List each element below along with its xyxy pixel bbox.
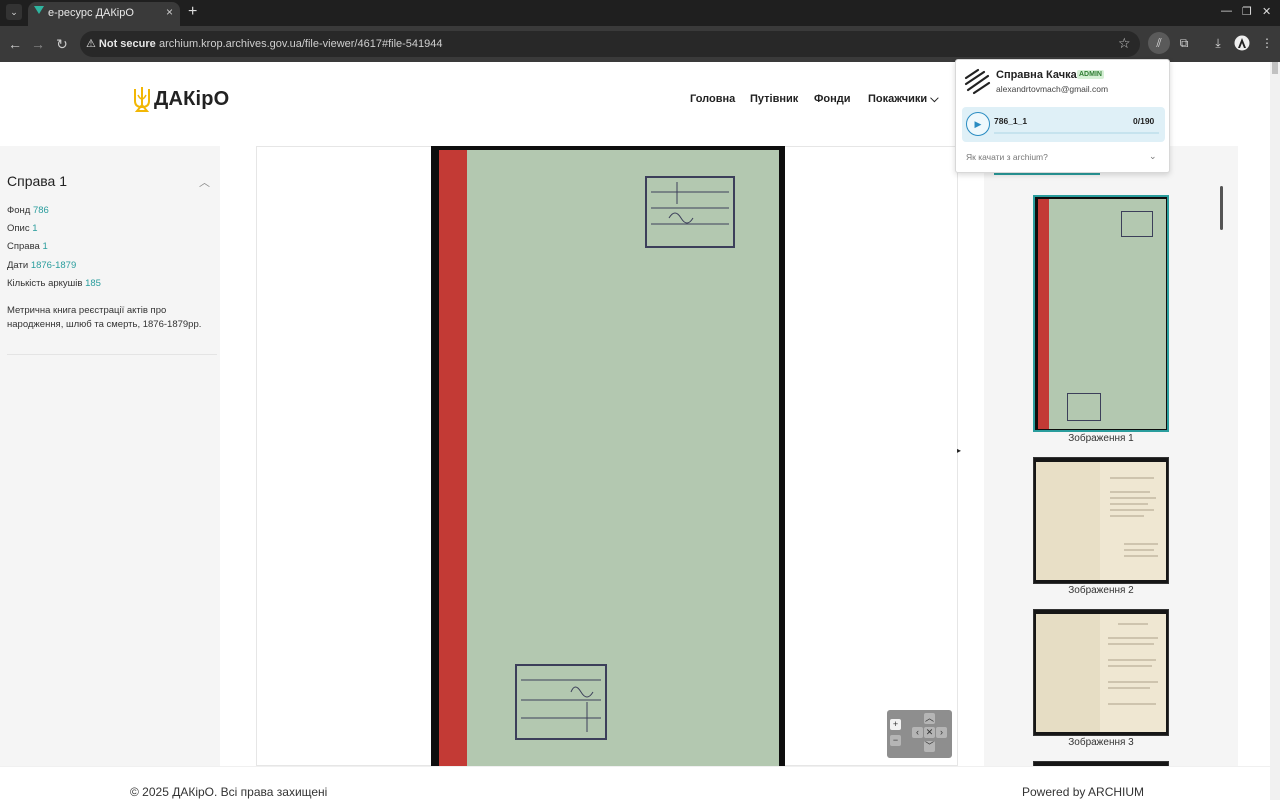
tab-close-button[interactable]: × (166, 5, 173, 19)
browser-tabbar: ⌄ е-ресурс ДАКірО × + — ❐ ✕ (0, 0, 1280, 26)
meta-value-link[interactable]: 1 (42, 241, 47, 252)
meta-value: 1876-1879 (30, 260, 77, 271)
trident-logo-icon (134, 87, 150, 112)
profile-avatar-icon[interactable] (1231, 32, 1253, 54)
footer-copyright: © 2025 ДАКірО. Всі права захищені (130, 785, 328, 799)
thumbnail-label: Зображення 2 (1068, 585, 1134, 596)
meta-label: Дати (7, 260, 29, 271)
nav-indexes[interactable]: Покажчики ⌵ (868, 93, 939, 106)
book-spine (439, 150, 467, 766)
download-task: ▶ 786_1_1 0/190 (962, 107, 1165, 142)
tab-title: е-ресурс ДАКірО (48, 7, 134, 19)
close-window-icon[interactable]: ✕ (1262, 5, 1271, 18)
task-progress-bar (994, 132, 1159, 134)
meta-label: Кількість аркушів (7, 278, 83, 289)
thumbnail-image[interactable] (1033, 195, 1169, 432)
meta-value: 185 (85, 278, 101, 289)
help-link[interactable]: Як качати з archium? (966, 152, 1048, 162)
thumbnail-image[interactable] (1033, 457, 1169, 584)
thumbnail-1[interactable]: Зображення 1 (1033, 195, 1169, 444)
divider (7, 354, 217, 355)
user-email: alexandrtovmach@gmail.com (996, 84, 1109, 94)
meta-dates: Дати 1876-1879 (7, 260, 76, 271)
thumbnails-tab-indicator (994, 173, 1100, 175)
scrollbar-thumb[interactable] (1272, 62, 1278, 74)
zoom-in-button[interactable]: + (890, 719, 901, 730)
stamp-bottom (515, 664, 607, 740)
pan-up-button[interactable]: ︿ (924, 713, 935, 724)
browser-menu-icon[interactable]: ⋮ (1256, 32, 1278, 54)
site-footer: © 2025 ДАКірО. Всі права захищені Powere… (0, 766, 1270, 800)
meta-fond: Фонд 786 (7, 205, 49, 216)
meta-sheets: Кількість аркушів 185 (7, 278, 101, 289)
url-text[interactable]: archium.krop.archives.gov.ua/file-viewer… (159, 38, 443, 50)
meta-sprava: Справа 1 (7, 241, 48, 252)
browser-toolbar: ← → ↻ ⚠ Not secure archium.krop.archives… (0, 26, 1280, 62)
new-tab-button[interactable]: + (188, 3, 197, 21)
back-icon[interactable]: ← (6, 35, 24, 53)
nav-funds[interactable]: Фонди (814, 93, 851, 105)
extensions-puzzle-icon[interactable]: ⧉ (1173, 32, 1195, 54)
tab-search-button[interactable]: ⌄ (6, 4, 22, 20)
reset-view-button[interactable]: ✕ (924, 727, 935, 738)
zoom-out-button[interactable]: − (890, 735, 901, 746)
image-viewer[interactable]: + − ︿ ‹ ✕ › ﹀ (256, 146, 958, 766)
minimize-icon[interactable]: — (1221, 5, 1232, 17)
scan-image[interactable] (431, 146, 785, 766)
chevron-down-icon[interactable]: ⌄ (1149, 151, 1157, 162)
page-scrollbar[interactable] (1270, 62, 1280, 800)
task-count: 0/190 (1133, 116, 1155, 126)
archium-logo-icon (964, 68, 991, 95)
case-title: Справа 1 (7, 173, 68, 189)
archium-extension-icon[interactable]: ⫽ (1148, 32, 1170, 54)
side-arrow-icon[interactable]: ▸ (957, 446, 961, 455)
thumbnails-scrollbar[interactable] (1220, 186, 1223, 230)
download-icon[interactable]: ⤓ (1207, 32, 1229, 54)
thumbnails-panel: Зображення 1 Зображення 2 Зображення 3 (984, 146, 1238, 771)
thumbnail-2[interactable]: Зображення 2 (1033, 457, 1169, 596)
bookmark-star-icon[interactable]: ☆ (1118, 35, 1131, 52)
thumbnail-3[interactable]: Зображення 3 (1033, 609, 1169, 748)
pan-right-button[interactable]: › (936, 727, 947, 738)
nav-guide[interactable]: Путівник (750, 93, 798, 105)
site-logo[interactable]: ДАКірО (133, 85, 229, 113)
maximize-icon[interactable]: ❐ (1242, 5, 1252, 18)
meta-label: Фонд (7, 205, 31, 216)
site-favicon-icon (34, 6, 44, 14)
meta-value-link[interactable]: 786 (33, 205, 49, 216)
stamp-top (645, 176, 735, 248)
browser-tab[interactable]: е-ресурс ДАКірО × (28, 2, 180, 26)
nav-indexes-label: Покажчики (868, 93, 928, 105)
meta-value-link[interactable]: 1 (32, 223, 37, 234)
admin-badge: ADMIN (1077, 70, 1104, 79)
thumbnail-label: Зображення 1 (1068, 433, 1134, 444)
meta-label: Опис (7, 223, 30, 234)
zoom-controls: + − ︿ ‹ ✕ › ﹀ (887, 710, 952, 758)
user-name: Справна Качка (996, 69, 1077, 81)
meta-label: Справа (7, 241, 40, 252)
address-bar[interactable]: ⚠ Not secure archium.krop.archives.gov.u… (80, 31, 1140, 57)
collapse-chevron-icon[interactable]: ︿ (199, 174, 210, 190)
pan-down-button[interactable]: ﹀ (924, 741, 935, 752)
chevron-down-icon: ⌵ (930, 93, 939, 105)
pan-left-button[interactable]: ‹ (912, 727, 923, 738)
meta-opys: Опис 1 (7, 223, 38, 234)
nav-home[interactable]: Головна (690, 93, 735, 105)
play-icon[interactable]: ▶ (966, 112, 990, 136)
book-cover (439, 150, 779, 766)
logo-text: ДАКірО (154, 87, 230, 110)
case-info-panel: Справа 1 ︿ Фонд 786 Опис 1 Справа 1 Дати… (0, 146, 220, 766)
thumbnail-image[interactable] (1033, 609, 1169, 736)
task-name: 786_1_1 (994, 116, 1028, 126)
reload-icon[interactable]: ↻ (53, 35, 71, 53)
footer-powered-by[interactable]: Powered by ARCHIUM (1022, 785, 1144, 799)
case-description: Метрична книга реєстрації актів про наро… (7, 305, 202, 330)
archium-extension-popup: Справна Качка ADMIN alexandrtovmach@gmai… (955, 59, 1170, 173)
thumbnail-label: Зображення 3 (1068, 737, 1134, 748)
forward-icon[interactable]: → (29, 35, 47, 53)
not-secure-chip[interactable]: ⚠ Not secure (86, 37, 156, 50)
